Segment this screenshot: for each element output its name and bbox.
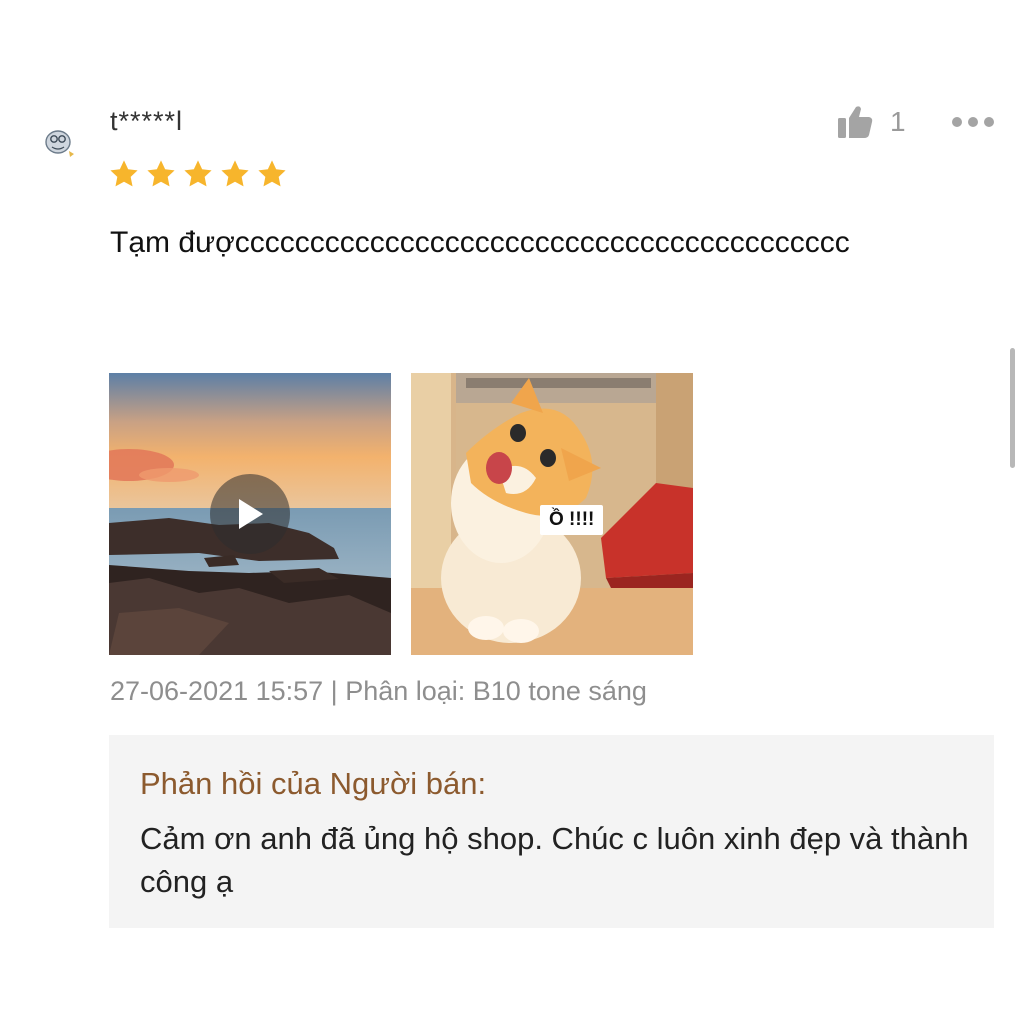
like-button[interactable]: 1	[836, 104, 906, 140]
review-text: Tạm đượccccccccccccccccccccccccccccccccc…	[110, 226, 850, 259]
more-options-icon	[984, 117, 994, 127]
image-overlay-text: Ồ !!!!	[540, 505, 604, 535]
avatar-icon	[45, 130, 74, 157]
play-icon	[239, 499, 263, 529]
avatar[interactable]	[42, 124, 80, 160]
review-meta: 27-06-2021 15:57 | Phân loại: B10 tone s…	[110, 676, 647, 706]
seller-reply-text: Cảm ơn anh đã ủng hộ shop. Chúc c luôn x…	[140, 821, 969, 899]
star-icon	[258, 160, 286, 187]
more-options-icon	[968, 117, 978, 127]
play-button[interactable]	[210, 474, 290, 554]
star-icon	[184, 160, 212, 187]
star-icon	[110, 160, 138, 187]
thumbs-up-icon	[838, 106, 873, 138]
scrollbar[interactable]	[1010, 348, 1015, 468]
seller-reply-title: Phản hồi của Người bán:	[140, 766, 487, 801]
more-options-icon	[952, 117, 962, 127]
more-options-button[interactable]	[952, 117, 994, 127]
reviewer-username: t*****l	[110, 106, 184, 136]
star-icon	[221, 160, 249, 187]
star-icon	[147, 160, 175, 187]
like-count: 1	[890, 106, 906, 137]
rating-stars	[108, 158, 288, 190]
